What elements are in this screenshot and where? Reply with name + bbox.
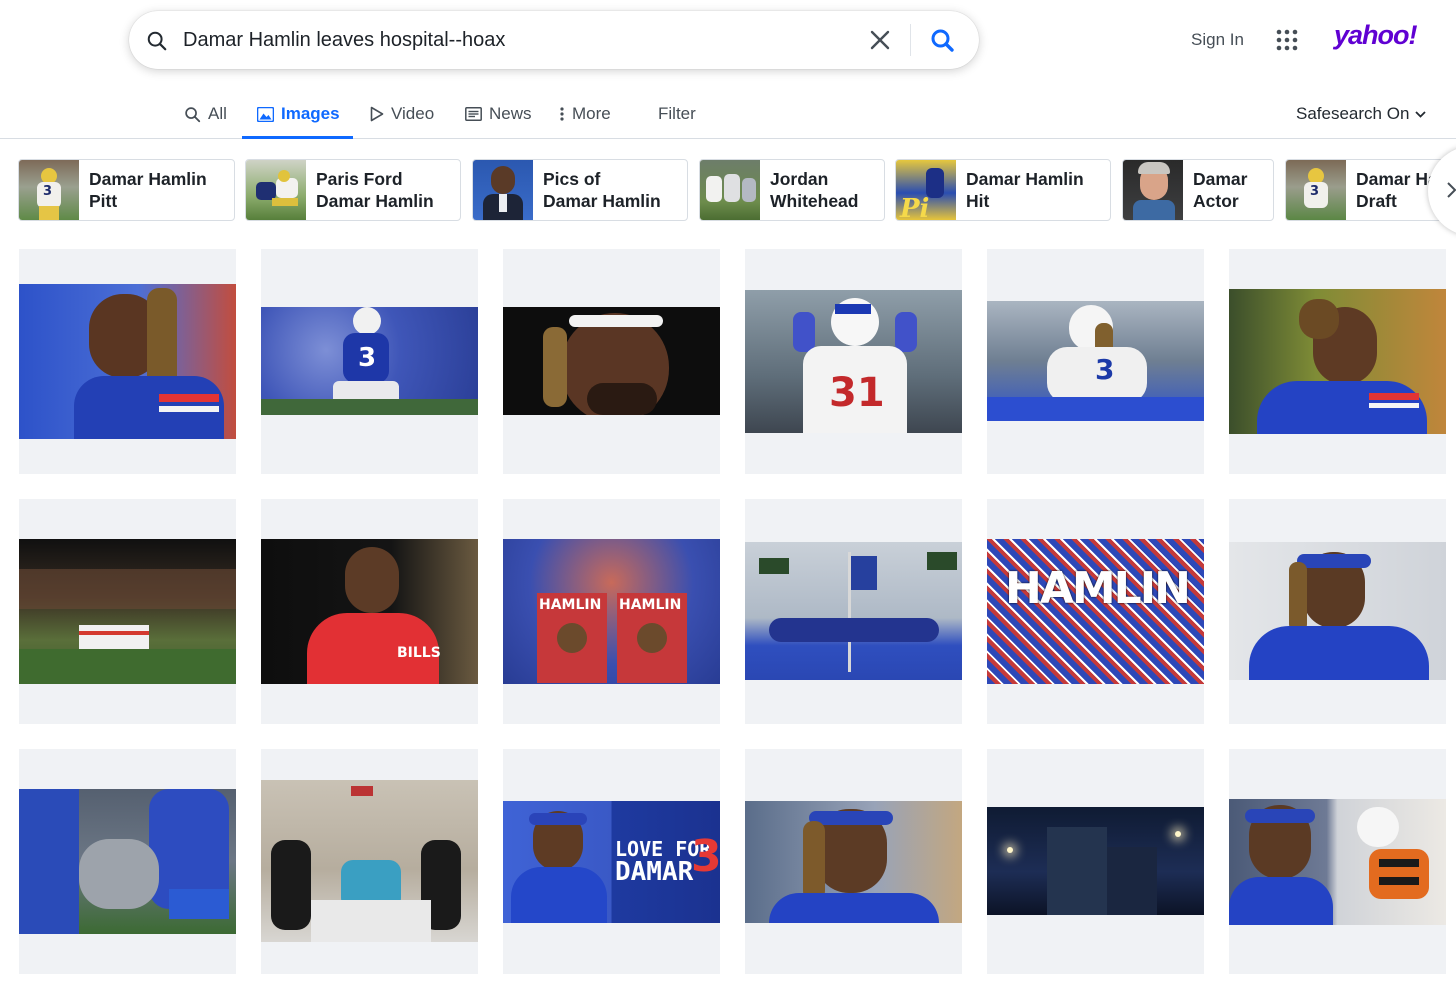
result-thumbnail: 3 (987, 301, 1204, 421)
vertical-tabs: All Images Video News More Filter Safese… (0, 90, 1456, 139)
tab-images-label: Images (281, 104, 340, 123)
chip-thumbnail (246, 160, 306, 220)
image-result[interactable] (1229, 749, 1446, 974)
close-icon[interactable] (865, 25, 895, 55)
result-thumbnail (1229, 799, 1446, 925)
image-result[interactable]: 3 (987, 249, 1204, 474)
image-result[interactable] (987, 749, 1204, 974)
result-thumbnail: BILLS (261, 539, 478, 684)
more-vertical-icon (560, 107, 564, 121)
newspaper-icon (465, 107, 482, 121)
play-icon (370, 106, 384, 122)
search-input[interactable] (183, 23, 863, 57)
tab-video-label: Video (391, 104, 435, 123)
tab-all-label: All (208, 104, 227, 123)
related-chip-paris-ford-damar-hamlin[interactable]: Paris Ford Damar Hamlin (245, 159, 461, 221)
sign-in-link[interactable]: Sign In (1191, 30, 1244, 50)
result-thumbnail (745, 801, 962, 923)
apps-grid-icon[interactable] (1276, 29, 1298, 51)
tab-video[interactable]: Video (370, 90, 434, 138)
chip-thumbnail (473, 160, 533, 220)
search-icon (147, 31, 167, 51)
image-result[interactable] (1229, 499, 1446, 724)
chevron-down-icon (1415, 110, 1427, 118)
tab-more-label: More (572, 104, 611, 123)
result-thumbnail (261, 780, 478, 942)
result-thumbnail: HAMLIN HAMLIN (503, 539, 720, 684)
related-searches: 3 Damar Hamlin Pitt Paris Ford Damar Ham… (0, 159, 1456, 221)
search-divider (910, 24, 911, 56)
yahoo-logo[interactable]: yahoo! (1334, 20, 1418, 51)
chevron-right-icon (1447, 182, 1456, 198)
result-thumbnail: 31 (745, 290, 962, 433)
result-thumbnail: 3 (261, 307, 478, 415)
image-icon (257, 106, 274, 122)
image-result[interactable] (19, 749, 236, 974)
related-chip-label: Paris Ford Damar Hamlin (316, 169, 434, 211)
chip-thumbnail (700, 160, 760, 220)
image-result[interactable]: BILLS (261, 499, 478, 724)
image-result[interactable]: 31 (745, 249, 962, 474)
related-chip-damar-hamlin-hit[interactable]: Pi Damar Hamlin Hit (895, 159, 1111, 221)
related-chip-pics-of-damar-hamlin[interactable]: Pics of Damar Hamlin (472, 159, 688, 221)
related-chip-label: Damar Actor (1193, 169, 1248, 211)
result-thumbnail (503, 307, 720, 415)
result-thumbnail (19, 789, 236, 934)
chip-thumbnail: Pi (896, 160, 956, 220)
related-chip-label: Damar Hamlin Pitt (89, 169, 207, 211)
image-result[interactable]: 3 (261, 249, 478, 474)
safesearch-label: Safesearch On (1296, 104, 1410, 123)
result-thumbnail: HAMLIN (987, 539, 1204, 684)
safesearch-dropdown[interactable]: Safesearch On (1296, 104, 1427, 124)
search-submit-button[interactable] (926, 24, 960, 58)
search-icon (185, 106, 201, 122)
related-chip-label: Damar Hamlin Hit (966, 169, 1084, 211)
image-result[interactable] (745, 749, 962, 974)
result-thumbnail (19, 539, 236, 684)
tab-filter-label: Filter (658, 104, 696, 123)
related-chip-damar-hamlin-pitt[interactable]: 3 Damar Hamlin Pitt (18, 159, 235, 221)
tab-all[interactable]: All (184, 90, 227, 138)
image-result[interactable]: LOVE FOR DAMAR 3 (503, 749, 720, 974)
image-result[interactable]: HAMLIN (987, 499, 1204, 724)
image-result[interactable] (19, 249, 236, 474)
related-chip-label: Jordan Whitehead (770, 169, 859, 211)
result-thumbnail: LOVE FOR DAMAR 3 (503, 801, 720, 923)
related-chip-label: Pics of Damar Hamlin (543, 169, 661, 211)
result-thumbnail (745, 542, 962, 680)
result-thumbnail (1229, 542, 1446, 680)
related-chip-damar-actor[interactable]: Damar Actor (1122, 159, 1274, 221)
image-result[interactable] (503, 249, 720, 474)
related-chip-jordan-whitehead[interactable]: Jordan Whitehead (699, 159, 885, 221)
tab-images[interactable]: Images (242, 90, 353, 139)
image-result[interactable] (1229, 249, 1446, 474)
image-result[interactable]: HAMLIN HAMLIN (503, 499, 720, 724)
image-result[interactable] (261, 749, 478, 974)
result-thumbnail (987, 807, 1204, 915)
tab-more[interactable]: More (560, 90, 611, 138)
tab-news-label: News (489, 104, 532, 123)
image-result[interactable] (745, 499, 962, 724)
search-box (129, 11, 979, 69)
tab-filter[interactable]: Filter (658, 90, 696, 138)
chip-thumbnail (1123, 160, 1183, 220)
chip-thumbnail: 3 (1286, 160, 1346, 220)
image-result[interactable] (19, 499, 236, 724)
chip-thumbnail: 3 (19, 160, 79, 220)
tab-news[interactable]: News (465, 90, 532, 138)
result-thumbnail (1229, 289, 1446, 434)
result-thumbnail (19, 284, 236, 439)
